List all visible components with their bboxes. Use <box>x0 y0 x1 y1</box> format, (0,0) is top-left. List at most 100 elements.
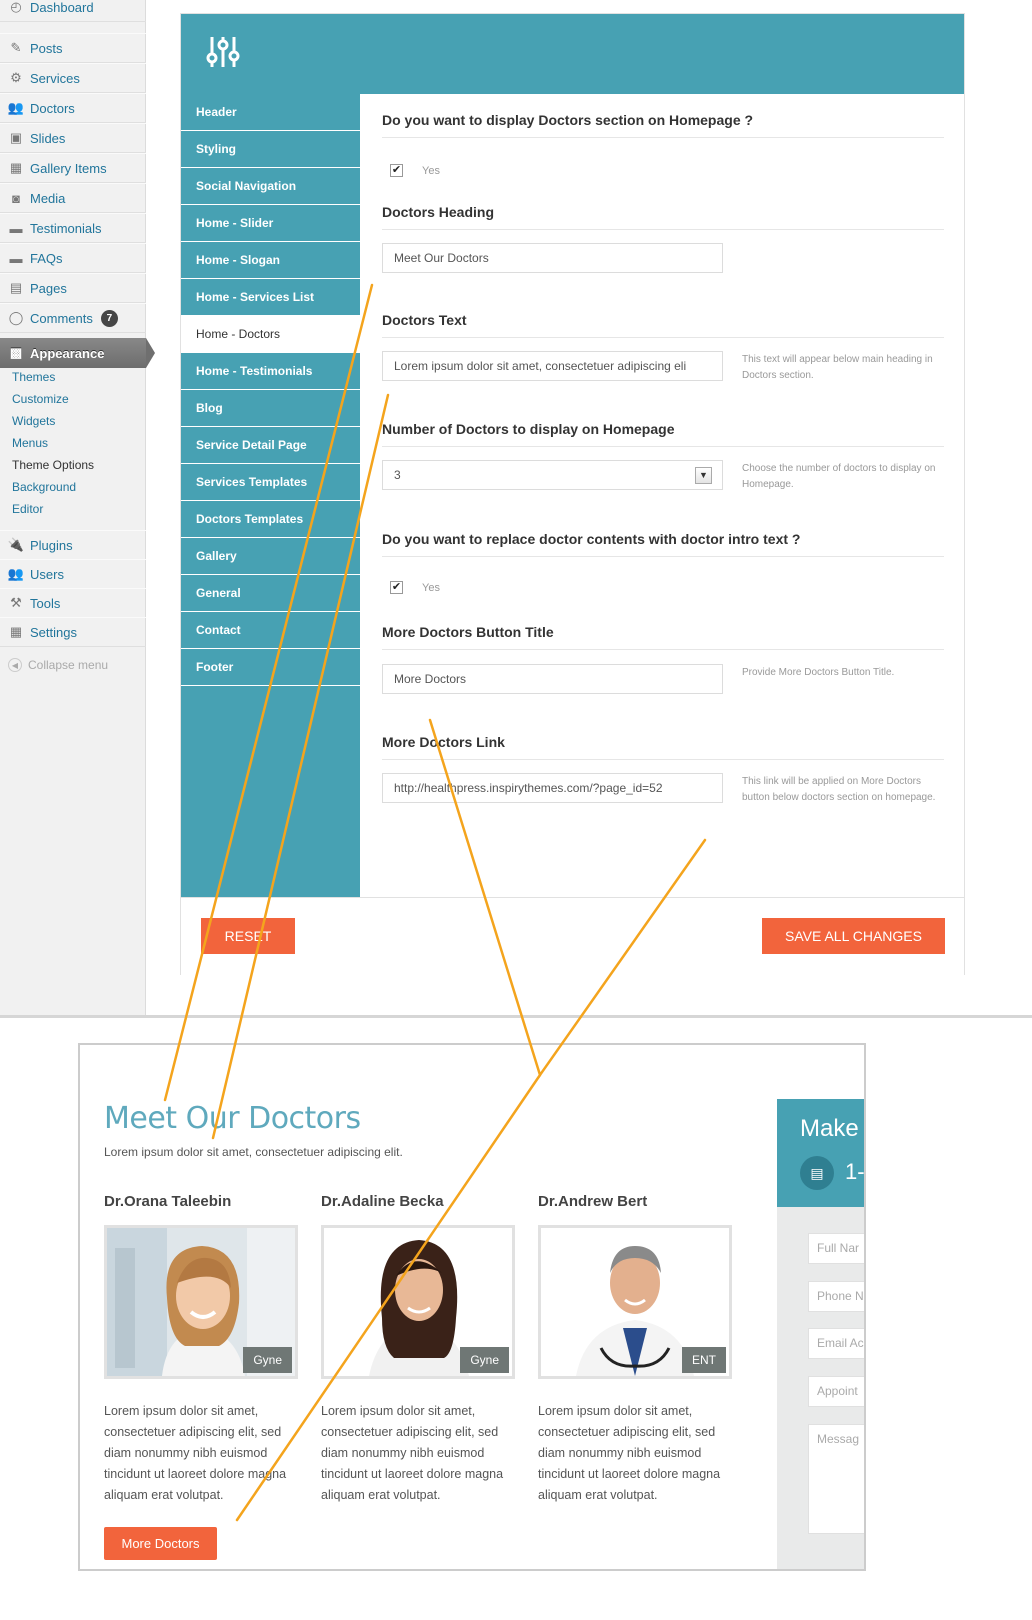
tab-social-navigation[interactable]: Social Navigation <box>181 168 360 205</box>
menu-label: Dashboard <box>30 0 94 15</box>
menu-label: Doctors <box>30 100 75 116</box>
submenu-widgets[interactable]: Widgets <box>0 410 146 432</box>
appointment-date-input[interactable]: Appoint <box>808 1376 864 1407</box>
camera-icon: ◙ <box>12 190 20 206</box>
full-name-input[interactable]: Full Nar <box>808 1233 864 1264</box>
more-button-title-input[interactable]: More Doctors <box>382 664 723 694</box>
menu-media[interactable]: ◙ Media <box>0 183 146 213</box>
replace-contents-checkbox[interactable]: ✔ <box>390 581 403 594</box>
submenu-menus[interactable]: Menus <box>0 432 146 454</box>
appointment-header: Make ▤ 1- <box>777 1099 864 1207</box>
homepage-preview: Meet Our Doctors Lorem ipsum dolor sit a… <box>78 1043 866 1571</box>
phone-input[interactable]: Phone N <box>808 1281 864 1312</box>
tab-general[interactable]: General <box>181 575 360 612</box>
save-all-changes-button[interactable]: SAVE ALL CHANGES <box>762 918 945 954</box>
tab-home-slogan[interactable]: Home - Slogan <box>181 242 360 279</box>
doctors-heading-input[interactable]: Meet Our Doctors <box>382 243 723 273</box>
tools-icon: ⚒ <box>10 595 22 610</box>
collapse-arrow-icon: ◀ <box>8 658 22 672</box>
doctor-card: Dr.Adaline Becka Gyne Lorem ipsum dolor … <box>321 1193 517 1506</box>
more-button-title-help: Provide More Doctors Button Title. <box>742 667 895 678</box>
appointment-widget: Make ▤ 1- Full Nar Phone N Email Ac Appo… <box>777 1099 864 1569</box>
doctor-photo: Gyne <box>321 1225 515 1379</box>
submenu-themes[interactable]: Themes <box>0 366 146 388</box>
menu-label: Testimonials <box>30 220 102 236</box>
theme-options-panel: Header Styling Social Navigation Home - Sli… <box>180 13 965 976</box>
doctor-card: Dr.Orana Taleebin Gyne Lorem ipsum dolor… <box>104 1193 300 1506</box>
submenu-editor[interactable]: Editor <box>0 498 146 520</box>
image-icon: ▣ <box>9 130 23 145</box>
menu-faqs[interactable]: ▬ FAQs <box>0 243 146 273</box>
menu-settings[interactable]: ▦ Settings <box>0 617 146 647</box>
appearance-submenu: Themes Customize Widgets Menus Theme Opt… <box>0 366 146 520</box>
doctor-bio: Lorem ipsum dolor sit amet, consectetuer… <box>538 1404 721 1502</box>
grid-icon: ▦ <box>9 160 23 175</box>
tab-home-services-list[interactable]: Home - Services List <box>181 279 360 316</box>
menu-dashboard[interactable]: ◴ Dashboard <box>0 0 146 22</box>
doctors-heading-title: Doctors Heading <box>382 204 944 230</box>
menu-tools[interactable]: ⚒ Tools <box>0 588 146 618</box>
chevron-down-icon[interactable]: ▼ <box>695 467 712 484</box>
more-link-input[interactable]: http://healthpress.inspirythemes.com/?pa… <box>382 773 723 803</box>
menu-pages[interactable]: ▤ Pages <box>0 273 146 303</box>
menu-testimonials[interactable]: ▬ Testimonials <box>0 213 146 243</box>
reset-button[interactable]: RESET <box>201 918 295 954</box>
options-tabs: Header Styling Social Navigation Home - Sli… <box>181 94 360 897</box>
more-link-help: This link will be applied on More Doctor… <box>742 776 936 803</box>
doctor-bio: Lorem ipsum dolor sit amet, consectetuer… <box>104 1404 287 1502</box>
tab-services-templates[interactable]: Services Templates <box>181 464 360 501</box>
phone-icon: ▤ <box>800 1156 834 1190</box>
tab-service-detail-page[interactable]: Service Detail Page <box>181 427 360 464</box>
appointment-title: Make <box>800 1115 859 1142</box>
doctor-bio: Lorem ipsum dolor sit amet, consectetuer… <box>321 1404 504 1502</box>
menu-posts[interactable]: ✎ Posts <box>0 33 146 63</box>
menu-label: Media <box>30 190 66 206</box>
display-section-check-label: Yes <box>422 165 440 177</box>
menu-doctors[interactable]: 👥 Doctors <box>0 93 146 123</box>
menu-gallery-items[interactable]: ▦ Gallery Items <box>0 153 146 183</box>
doctor-card: Dr.Andrew Bert ENT Lorem ipsum dolor sit… <box>538 1193 734 1506</box>
menu-services[interactable]: ⚙ Services <box>0 63 146 93</box>
menu-slides[interactable]: ▣ Slides <box>0 123 146 153</box>
menu-label: Pages <box>30 280 67 296</box>
users-icon: 👥 <box>7 566 25 581</box>
tab-contact[interactable]: Contact <box>181 612 360 649</box>
menu-users[interactable]: 👥 Users <box>0 559 146 589</box>
speech-bubble-icon: ◯ <box>8 310 24 325</box>
number-of-doctors-title: Number of Doctors to display on Homepage <box>382 421 944 447</box>
pin-icon: ✎ <box>10 40 22 55</box>
gear-icon: ⚙ <box>10 70 22 85</box>
tab-footer[interactable]: Footer <box>181 649 360 686</box>
display-section-checkbox[interactable]: ✔ <box>390 164 403 177</box>
menu-plugins[interactable]: 🔌 Plugins <box>0 530 146 560</box>
tab-home-testimonials[interactable]: Home - Testimonials <box>181 353 360 390</box>
sliders-logo-icon <box>206 37 240 67</box>
submenu-customize[interactable]: Customize <box>0 388 146 410</box>
message-textarea[interactable]: Messag <box>808 1424 864 1534</box>
plug-icon: 🔌 <box>7 537 25 552</box>
specialty-tag: Gyne <box>460 1347 509 1373</box>
number-of-doctors-select[interactable]: 3 ▼ <box>382 460 723 490</box>
tab-styling[interactable]: Styling <box>181 131 360 168</box>
collapse-menu[interactable]: ◀ Collapse menu <box>8 658 108 672</box>
tab-header[interactable]: Header <box>181 94 360 131</box>
menu-label: Comments <box>30 310 93 326</box>
more-button-title-label: More Doctors Button Title <box>382 624 944 650</box>
submenu-theme-options[interactable]: Theme Options <box>0 454 146 476</box>
tab-blog[interactable]: Blog <box>181 390 360 427</box>
tab-home-slider[interactable]: Home - Slider <box>181 205 360 242</box>
settings-icon: ▦ <box>9 624 23 639</box>
admin-sidebar: ◴ Dashboard ✎ Posts ⚙ Services 👥 Doctors ▣ Slides… <box>0 0 155 1015</box>
menu-comments[interactable]: ◯ Comments 7 <box>0 303 146 333</box>
tab-doctors-templates[interactable]: Doctors Templates <box>181 501 360 538</box>
preview-heading: Meet Our Doctors <box>104 1101 361 1136</box>
replace-contents-check-label: Yes <box>422 582 440 594</box>
more-doctors-button[interactable]: More Doctors <box>104 1527 217 1560</box>
tab-gallery[interactable]: Gallery <box>181 538 360 575</box>
doctors-text-input[interactable]: Lorem ipsum dolor sit amet, consectetuer… <box>382 351 723 381</box>
submenu-background[interactable]: Background <box>0 476 146 498</box>
menu-appearance[interactable]: ▩ Appearance <box>0 338 155 368</box>
tab-home-doctors[interactable]: Home - Doctors <box>181 316 360 353</box>
preview-subtext: Lorem ipsum dolor sit amet, consectetuer… <box>104 1145 403 1159</box>
email-input[interactable]: Email Ac <box>808 1328 864 1359</box>
